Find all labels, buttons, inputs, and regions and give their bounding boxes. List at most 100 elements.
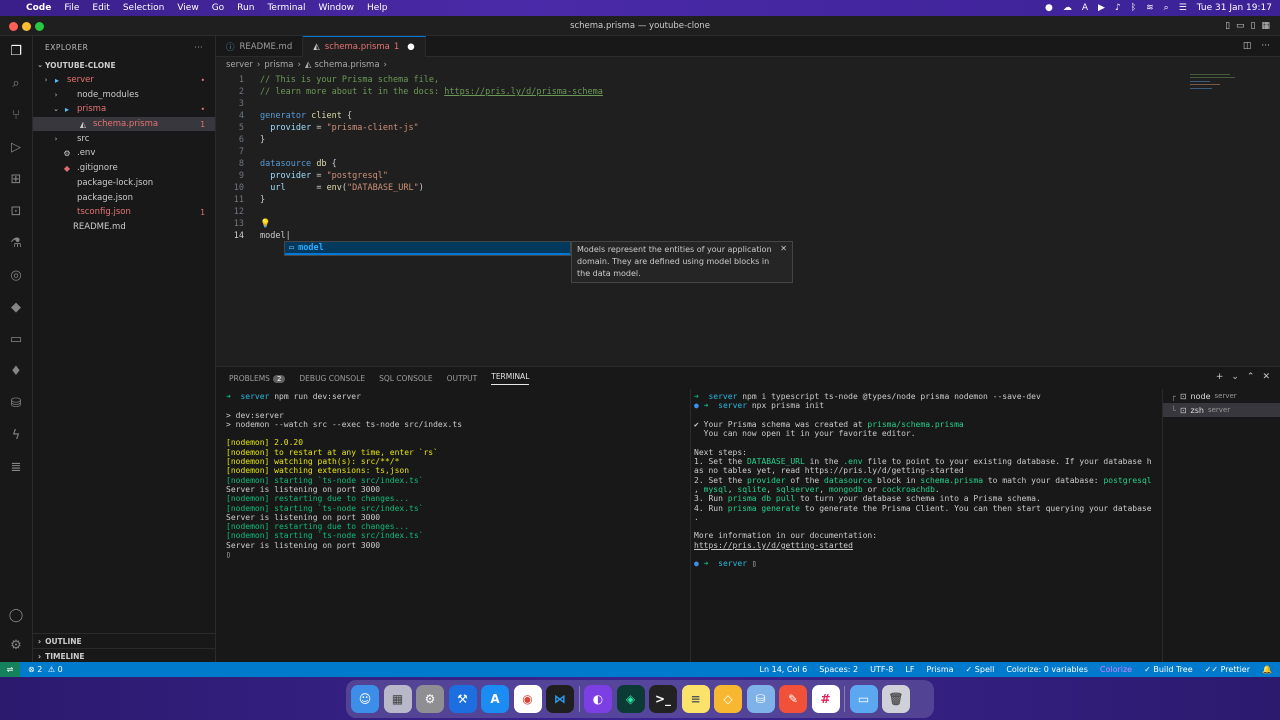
text-icon[interactable]: A (1082, 3, 1088, 13)
volume-icon[interactable]: ♪ (1115, 3, 1121, 13)
file-schema-prisma[interactable]: ◭ schema.prisma 1 (33, 116, 215, 132)
gear-icon[interactable]: ⚙ (8, 638, 24, 654)
menu-app[interactable]: Code (26, 3, 51, 13)
folder-src[interactable]: › src (33, 131, 215, 146)
tab-terminal[interactable]: TERMINAL (491, 372, 530, 385)
database-app-icon[interactable]: ⛁ (746, 685, 775, 713)
menu-file[interactable]: File (64, 3, 79, 13)
tab-sql-console[interactable]: SQL CONSOLE (379, 374, 433, 383)
workspace-root[interactable]: ⌄ YOUTUBE-CLONE (33, 58, 215, 73)
account-icon[interactable]: ◯ (8, 608, 24, 624)
timeline-section[interactable]: › TIMELINE (33, 648, 216, 663)
play-icon[interactable]: ▶ (1098, 3, 1105, 13)
new-terminal-icon[interactable]: + (1216, 372, 1224, 382)
search-icon[interactable]: ⌕ (8, 76, 24, 92)
menu-run[interactable]: Run (237, 3, 254, 13)
outline-section[interactable]: › OUTLINE (33, 633, 216, 648)
notes-icon[interactable]: ≡ (681, 685, 710, 713)
colorize-toggle[interactable]: Colorize (1100, 665, 1132, 674)
testing-icon[interactable]: ⚗ (8, 236, 24, 252)
layout-sidebar-icon[interactable]: ▯ (1225, 21, 1230, 31)
docker-icon[interactable]: ◆ (8, 300, 24, 316)
remote-icon[interactable]: ⇌ (0, 662, 20, 677)
folder-server[interactable]: › ▸ server • (33, 73, 215, 88)
close-icon[interactable]: ✕ (780, 243, 787, 255)
zoom-window-button[interactable] (35, 22, 44, 31)
sketch-icon[interactable]: ◇ (714, 685, 742, 713)
build-tree[interactable]: ✓ Build Tree (1144, 665, 1193, 674)
folder-prisma[interactable]: ⌄ ▸ prisma • (33, 102, 215, 117)
spell-status[interactable]: ✓ Spell (966, 665, 995, 674)
layout-secondary-icon[interactable]: ▯ (1251, 21, 1256, 31)
terminal-split-divider[interactable] (690, 389, 691, 663)
tab-problems[interactable]: PROBLEMS 2 (229, 374, 286, 383)
language-mode[interactable]: Prisma (926, 665, 953, 674)
minimize-window-button[interactable] (22, 22, 31, 31)
tab-readme[interactable]: ⓘ README.md (216, 36, 304, 57)
app-store-icon[interactable]: A (481, 685, 509, 713)
split-editor-icon[interactable]: ◫ (1243, 41, 1252, 51)
file-tsconfig-json[interactable]: tsconfig.json 1 (33, 205, 215, 220)
slack-icon[interactable]: # (811, 685, 840, 713)
database-icon[interactable]: ⛁ (8, 396, 24, 412)
menu-edit[interactable]: Edit (92, 3, 109, 13)
suggestion-item[interactable]: ▭ model (285, 242, 570, 255)
extensions-icon[interactable]: ⊞ (8, 172, 24, 188)
gitlens-icon[interactable]: ◎ (8, 268, 24, 284)
file-env[interactable]: ⚙ .env (33, 146, 215, 161)
settings-icon[interactable]: ⚙ (416, 685, 444, 713)
menu-go[interactable]: Go (212, 3, 224, 13)
cloud-icon[interactable]: ☁ (1063, 3, 1072, 13)
layout-custom-icon[interactable]: ▦ (1261, 21, 1270, 31)
terminal-item-zsh[interactable]: └ ⊡ zsh server (1163, 403, 1280, 417)
menu-selection[interactable]: Selection (123, 3, 164, 13)
notifications-icon[interactable]: 🔔 (1262, 665, 1272, 674)
trash-icon[interactable]: 🗑 (882, 685, 910, 713)
minimap[interactable] (1190, 73, 1240, 93)
file-readme-md[interactable]: README.md (33, 220, 215, 235)
layout-panel-icon[interactable]: ▭ (1236, 21, 1245, 31)
cursor-position[interactable]: Ln 14, Col 6 (760, 665, 808, 674)
control-center-icon[interactable]: ☰ (1179, 3, 1187, 13)
file-package-json[interactable]: package.json (33, 190, 215, 205)
explorer-icon[interactable]: ❐ (8, 44, 24, 60)
bluetooth-icon[interactable]: ᛒ (1131, 3, 1136, 13)
github-desktop-icon[interactable]: ◐ (584, 685, 612, 713)
code-editor[interactable]: 1 2 3 4 5 6 7 8 9 10 11 12 13 14 // This is your Pris… (216, 73, 1280, 365)
wifi-icon[interactable]: ≋ (1146, 3, 1154, 13)
end-of-line[interactable]: LF (905, 665, 914, 674)
terminal-item-node[interactable]: ┌ ⊡ node server (1163, 389, 1280, 403)
record-icon[interactable]: ● (1045, 3, 1053, 13)
folder-icon[interactable]: ▭ (8, 332, 24, 348)
maximize-panel-icon[interactable]: ⌃ (1247, 372, 1255, 382)
clock[interactable]: Tue 31 Jan 19:17 (1197, 3, 1272, 13)
launchpad-icon[interactable]: ▦ (383, 685, 412, 713)
source-control-icon[interactable]: ⑂ (8, 108, 24, 124)
encoding[interactable]: UTF-8 (870, 665, 893, 674)
finder-icon[interactable]: ☺ (351, 685, 379, 713)
prettier-status[interactable]: ✓✓ Prettier (1205, 665, 1250, 674)
menu-terminal[interactable]: Terminal (267, 3, 305, 13)
terminal-right[interactable]: ➜ server npm i typescript ts-node @types… (694, 392, 1152, 569)
tab-output[interactable]: OUTPUT (447, 374, 478, 383)
menu-view[interactable]: View (177, 3, 198, 13)
tab-debug-console[interactable]: DEBUG CONSOLE (299, 374, 365, 383)
folder-app-icon[interactable]: ▭ (849, 685, 878, 713)
vscode-icon[interactable]: ⋈ (546, 685, 574, 713)
folder-node-modules[interactable]: › node_modules (33, 87, 215, 102)
indentation[interactable]: Spaces: 2 (819, 665, 858, 674)
thunder-icon[interactable]: ϟ (8, 428, 24, 444)
chevron-down-icon[interactable]: ⌄ (1231, 372, 1239, 382)
chrome-icon[interactable]: ◉ (513, 685, 542, 713)
remote-explorer-icon[interactable]: ⊡ (8, 204, 24, 220)
lightbulb-icon[interactable]: 💡 (260, 219, 271, 229)
close-panel-icon[interactable]: ✕ (1262, 372, 1270, 382)
more-actions-icon[interactable]: ··· (1261, 41, 1270, 51)
swift-icon[interactable]: ✎ (779, 685, 807, 713)
close-window-button[interactable] (9, 22, 18, 31)
menu-help[interactable]: Help (367, 3, 388, 13)
file-gitignore[interactable]: ◆ .gitignore (33, 161, 215, 176)
terminal-left[interactable]: ➜ server npm run dev:server > dev:server… (226, 392, 462, 559)
mongodb-leaf-icon[interactable]: ♦ (8, 364, 24, 380)
tab-schema-prisma[interactable]: ◭ schema.prisma 1 ● (303, 36, 426, 57)
